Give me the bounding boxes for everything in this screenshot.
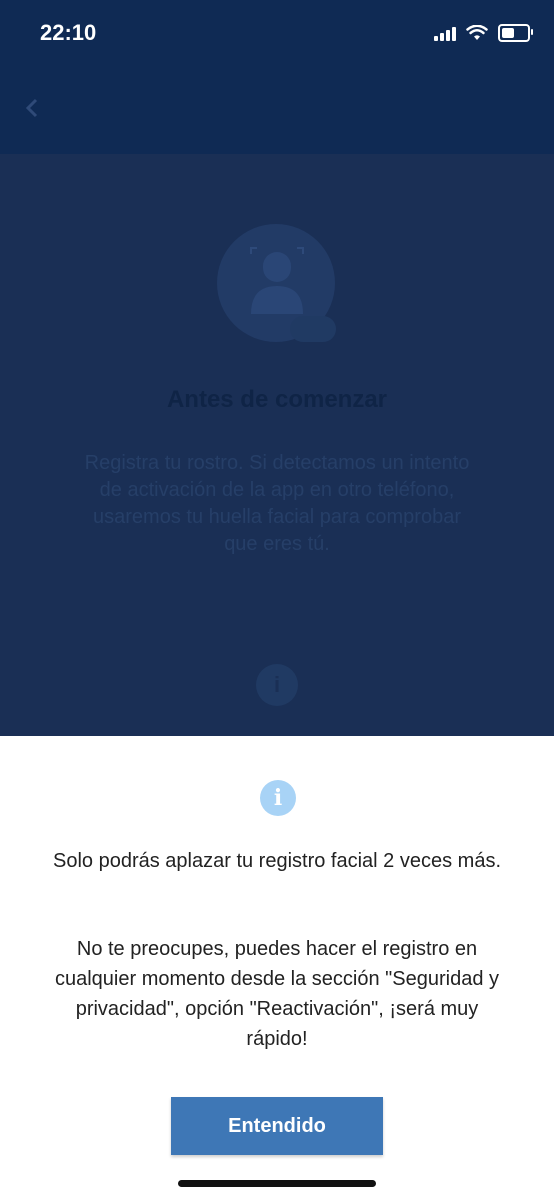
background-screen-overlay: Antes de comenzar Registra tu rostro. Si… bbox=[0, 154, 554, 736]
sheet-message-postpone: Solo podrás aplazar tu registro facial 2… bbox=[53, 850, 501, 872]
bottom-sheet: i Solo podrás aplazar tu registro facial… bbox=[0, 736, 554, 1200]
top-nav bbox=[0, 70, 554, 154]
battery-icon bbox=[498, 24, 533, 42]
status-bar: 22:10 bbox=[0, 0, 554, 70]
info-icon: i bbox=[260, 780, 296, 816]
back-arrow-icon[interactable] bbox=[20, 96, 50, 126]
info-icon: i bbox=[256, 664, 298, 706]
home-indicator[interactable] bbox=[178, 1180, 376, 1187]
battery-level bbox=[502, 28, 514, 38]
toggle-illustration bbox=[290, 316, 336, 342]
status-time: 22:10 bbox=[40, 20, 97, 45]
signal-icon bbox=[434, 25, 456, 41]
status-icons bbox=[434, 24, 533, 42]
wifi-icon bbox=[466, 25, 488, 40]
sheet-message-reassurance: No te preocupes, puedes hacer el registr… bbox=[54, 938, 500, 1050]
background-description: Registra tu rostro. Si detectamos un int… bbox=[84, 452, 470, 555]
understood-button[interactable]: Entendido bbox=[171, 1097, 383, 1155]
background-title: Antes de comenzar bbox=[166, 386, 388, 413]
face-scan-icon bbox=[250, 247, 304, 314]
